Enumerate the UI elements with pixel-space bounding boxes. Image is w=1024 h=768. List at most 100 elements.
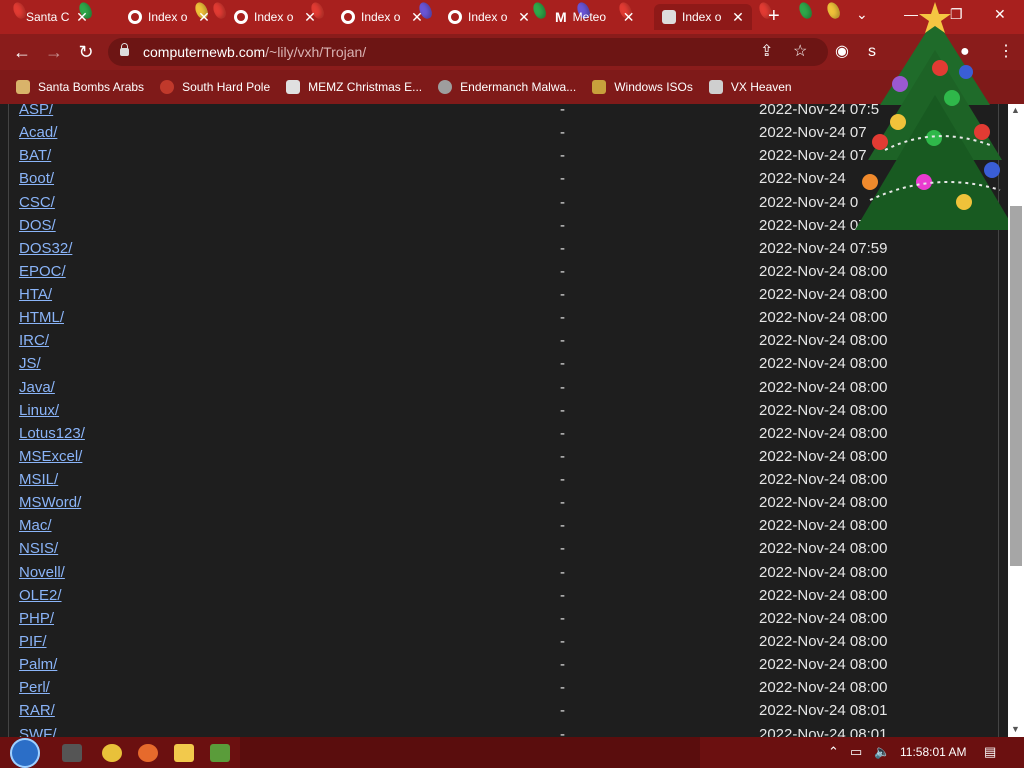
directory-link[interactable]: CSC/ — [19, 194, 55, 211]
close-icon[interactable]: ✕ — [518, 9, 530, 26]
bookmark-windows-isos[interactable]: Windows ISOs — [592, 80, 693, 94]
directory-link[interactable]: Lotus123/ — [19, 425, 85, 442]
address-bar[interactable]: computernewb.com/~lily/vxh/Trojan/ — [108, 38, 828, 66]
bookmark-label: Santa Bombs Arabs — [38, 80, 145, 94]
tab-index-1[interactable]: Index o ✕ — [128, 4, 210, 30]
directory-link[interactable]: Perl/ — [19, 679, 50, 696]
bookmark-santa-bombs-arabs[interactable]: Santa Bombs Arabs — [16, 80, 144, 94]
directory-link[interactable]: HTML/ — [19, 309, 64, 326]
globe-icon — [448, 10, 462, 24]
size-cell: - — [560, 124, 565, 142]
new-tab-button[interactable]: + — [768, 6, 780, 26]
lock-icon[interactable] — [120, 43, 129, 56]
christmas-light-icon — [210, 0, 229, 21]
close-icon[interactable]: ✕ — [76, 9, 88, 26]
directory-link[interactable]: Boot/ — [19, 170, 54, 187]
date-cell: 2022-Nov-24 08:00 — [759, 632, 888, 650]
directory-link[interactable]: Acad/ — [19, 124, 57, 141]
tab-index-active[interactable]: Index o ✕ — [654, 4, 752, 30]
directory-link[interactable]: IRC/ — [19, 332, 49, 349]
directory-link[interactable]: OLE2/ — [19, 587, 62, 604]
directory-link[interactable]: MSIL/ — [19, 471, 58, 488]
directory-link[interactable]: Java/ — [19, 379, 55, 396]
app-icon[interactable] — [210, 744, 230, 762]
directory-link[interactable]: HTA/ — [19, 286, 52, 303]
tab-index-2[interactable]: Index o ✕ — [234, 4, 316, 30]
start-button[interactable] — [10, 738, 40, 768]
firefox-icon[interactable] — [138, 744, 158, 762]
size-cell: - — [560, 286, 565, 304]
size-cell: - — [560, 239, 565, 257]
directory-link[interactable]: Mac/ — [19, 517, 52, 534]
directory-link[interactable]: Linux/ — [19, 402, 59, 419]
scrollbar-thumb[interactable] — [1010, 206, 1022, 566]
forward-icon[interactable]: → — [44, 42, 64, 62]
bookmark-south-hard-pole[interactable]: South Hard Pole — [160, 80, 270, 94]
bookmark-endermanch[interactable]: Endermanch Malwa... — [438, 80, 576, 94]
back-icon[interactable]: ← — [12, 42, 32, 62]
close-icon[interactable]: ✕ — [411, 9, 423, 26]
directory-link[interactable]: MSExcel/ — [19, 448, 82, 465]
network-icon[interactable]: ▭ — [850, 744, 862, 760]
windows-isos-icon — [592, 80, 607, 94]
directory-link[interactable]: RAR/ — [19, 702, 55, 719]
tab-label: Index o — [254, 10, 294, 24]
close-icon[interactable]: ✕ — [732, 9, 744, 26]
date-cell: 2022-Nov-24 08:00 — [759, 332, 888, 350]
close-icon[interactable]: ✕ — [198, 9, 210, 26]
directory-link[interactable]: BAT/ — [19, 147, 51, 164]
directory-link[interactable]: SWF/ — [19, 726, 57, 738]
tab-label: Index o — [361, 10, 401, 24]
table-row: PIF/ - 2022-Nov-24 08:00 — [0, 633, 1000, 656]
date-cell: 2022-Nov-24 08:00 — [759, 586, 888, 604]
directory-link[interactable]: NSIS/ — [19, 540, 58, 557]
directory-link[interactable]: DOS32/ — [19, 240, 72, 257]
url-text[interactable]: computernewb.com/~lily/vxh/Trojan/ — [143, 44, 366, 60]
date-cell: 2022-Nov-24 08:00 — [759, 471, 888, 489]
star-icon[interactable]: ☆ — [793, 43, 807, 61]
extension-icon[interactable]: ◉ — [835, 43, 849, 61]
date-cell: 2022-Nov-24 08:01 — [759, 702, 888, 720]
table-row: SWF/ - 2022-Nov-24 08:01 — [0, 726, 1000, 738]
table-row: PHP/ - 2022-Nov-24 08:00 — [0, 610, 1000, 633]
scroll-down-icon[interactable]: ▼ — [1011, 724, 1020, 734]
size-cell: - — [560, 401, 565, 419]
directory-link[interactable]: JS/ — [19, 355, 41, 372]
table-row: MSIL/ - 2022-Nov-24 08:00 — [0, 471, 1000, 494]
directory-link[interactable]: Palm/ — [19, 656, 57, 673]
table-row: RAR/ - 2022-Nov-24 08:01 — [0, 702, 1000, 725]
file-explorer-icon[interactable] — [174, 744, 194, 762]
directory-link[interactable]: PHP/ — [19, 610, 54, 627]
christmas-light-icon — [530, 0, 549, 21]
share-icon[interactable]: ⇪ — [760, 43, 773, 61]
chrome-icon[interactable] — [102, 744, 122, 762]
directory-link[interactable]: EPOC/ — [19, 263, 66, 280]
bookmark-memz[interactable]: MEMZ Christmas E... — [286, 80, 422, 94]
directory-link[interactable]: DOS/ — [19, 217, 56, 234]
notifications-icon[interactable]: ▤ — [984, 744, 996, 760]
task-view-icon[interactable] — [62, 744, 82, 762]
tab-meteo[interactable]: M Meteo ✕ — [555, 4, 635, 30]
tray-chevron-icon[interactable]: ⌃ — [828, 744, 839, 760]
directory-link[interactable]: Novell/ — [19, 564, 65, 581]
scroll-up-icon[interactable]: ▲ — [1011, 105, 1020, 115]
volume-icon[interactable]: 🔈 — [874, 744, 890, 760]
close-icon[interactable]: ✕ — [304, 9, 316, 26]
tab-santa[interactable]: Santa C ✕ — [26, 4, 88, 30]
date-cell: 2022-Nov-24 08:00 — [759, 286, 888, 304]
tab-index-4[interactable]: Index o ✕ — [448, 4, 530, 30]
date-cell: 2022-Nov-24 08:01 — [759, 725, 888, 738]
directory-link[interactable]: ASP/ — [19, 104, 53, 118]
directory-link[interactable]: MSWord/ — [19, 494, 81, 511]
tab-index-3[interactable]: Index o ✕ — [341, 4, 423, 30]
directory-link[interactable]: PIF/ — [19, 633, 47, 650]
size-cell: - — [560, 378, 565, 396]
globe-icon — [128, 10, 142, 24]
clock[interactable]: 11:58:01 AM — [900, 745, 967, 759]
bookmark-label: VX Heaven — [730, 80, 792, 94]
tab-label: Index o — [682, 10, 722, 24]
bookmark-vx-heaven[interactable]: VX Heaven — [708, 80, 792, 94]
close-icon[interactable]: ✕ — [623, 9, 635, 26]
globe-icon — [341, 10, 355, 24]
reload-icon[interactable]: ↻ — [76, 42, 96, 62]
